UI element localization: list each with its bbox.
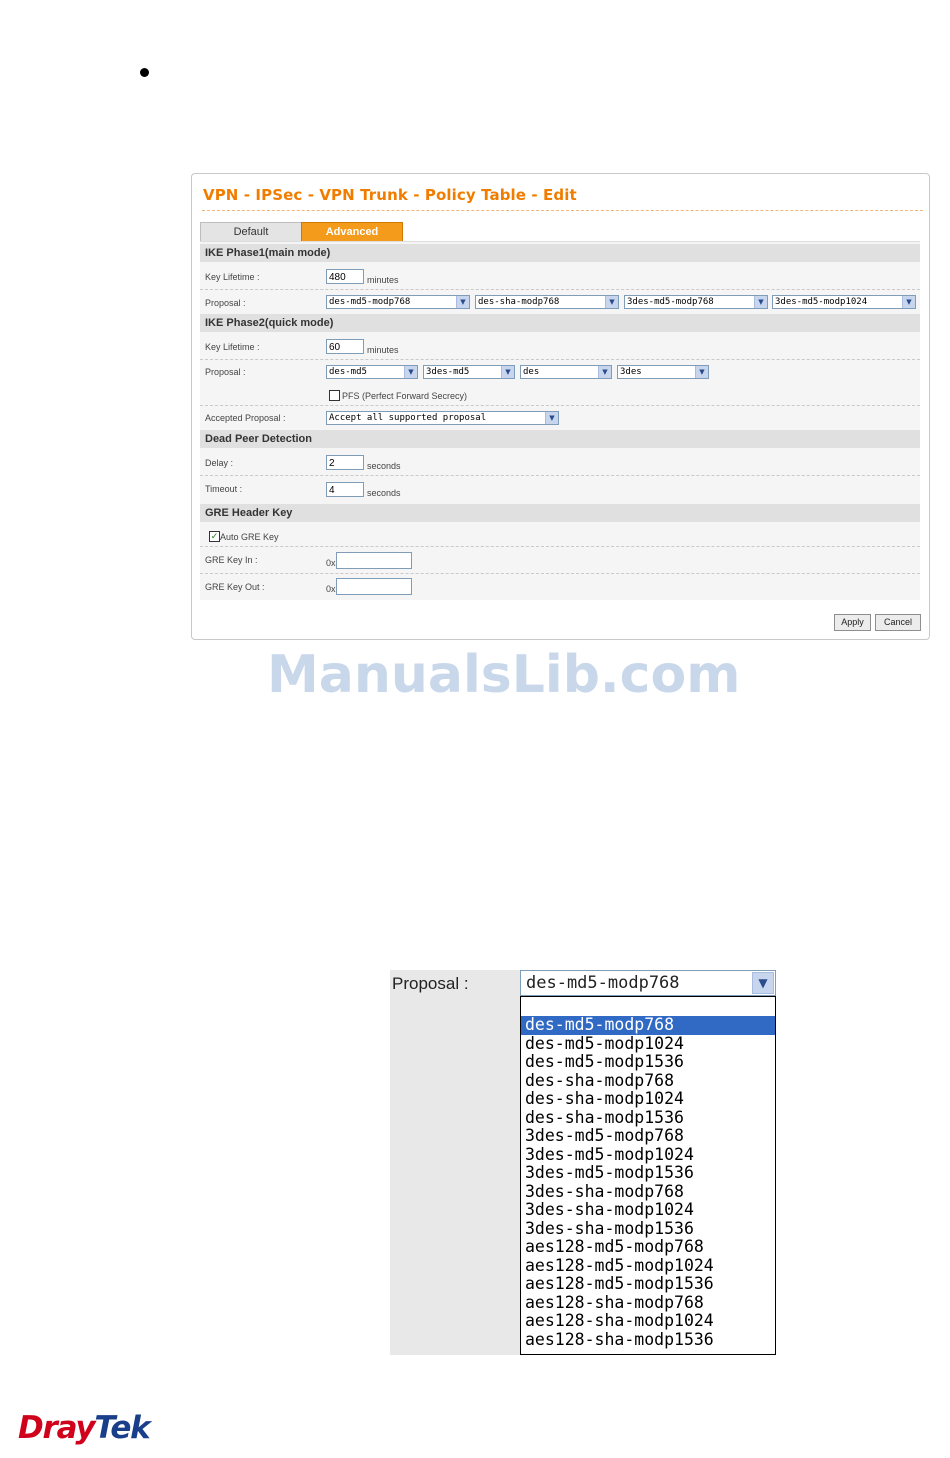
proposal-option[interactable]: des-md5-modp1024 bbox=[521, 1034, 775, 1054]
gre-key-in-input[interactable] bbox=[336, 552, 412, 569]
dpd-delay-unit: seconds bbox=[367, 461, 401, 471]
dpd-timeout-unit: seconds bbox=[367, 488, 401, 498]
phase1-proposal-select-3[interactable]: 3des-md5-modp768 ▼ bbox=[624, 295, 768, 309]
dpd-delay-input[interactable]: 2 bbox=[326, 455, 364, 470]
phase2-key-lifetime-unit: minutes bbox=[367, 345, 399, 355]
cancel-button[interactable]: Cancel bbox=[875, 614, 921, 631]
proposal-option[interactable]: 3des-md5-modp768 bbox=[521, 1126, 775, 1146]
policy-edit-panel: VPN - IPSec - VPN Trunk - Policy Table -… bbox=[191, 173, 930, 640]
pfs-checkbox[interactable] bbox=[329, 390, 340, 401]
phase2-key-lifetime-input[interactable]: 60 bbox=[326, 339, 364, 354]
accepted-proposal-label: Accepted Proposal : bbox=[205, 413, 286, 423]
phase1-key-lifetime-unit: minutes bbox=[367, 275, 399, 285]
proposal-option[interactable]: des-sha-modp1024 bbox=[521, 1089, 775, 1109]
proposal-option[interactable]: des-md5-modp768 bbox=[521, 1015, 775, 1035]
page-title: VPN - IPSec - VPN Trunk - Policy Table -… bbox=[203, 186, 577, 204]
chevron-down-icon: ▼ bbox=[456, 296, 469, 308]
section-ike-phase2: IKE Phase2(quick mode) bbox=[200, 314, 920, 332]
proposal-option[interactable]: des-sha-modp768 bbox=[521, 1071, 775, 1091]
gre-key-out-input[interactable] bbox=[336, 578, 412, 595]
accepted-proposal-select[interactable]: Accept all supported proposal ▼ bbox=[326, 411, 559, 425]
dpd-timeout-label: Timeout : bbox=[205, 484, 243, 494]
auto-gre-key-checkbox[interactable]: ✓ bbox=[209, 531, 220, 542]
phase2-proposal-select-3[interactable]: des ▼ bbox=[520, 365, 612, 379]
chevron-down-icon: ▼ bbox=[902, 296, 915, 308]
chevron-down-icon: ▼ bbox=[404, 366, 417, 378]
title-divider bbox=[202, 210, 923, 211]
section-gre-header-key: GRE Header Key bbox=[200, 504, 920, 522]
gre-key-in-prefix: 0x bbox=[326, 558, 336, 568]
watermark: ManualsLib.com bbox=[267, 645, 741, 705]
pfs-label: PFS (Perfect Forward Secrecy) bbox=[342, 391, 468, 401]
chevron-down-icon: ▼ bbox=[605, 296, 618, 308]
phase1-proposal-select-2[interactable]: des-sha-modp768 ▼ bbox=[475, 295, 619, 309]
phase1-key-lifetime-label: Key Lifetime : bbox=[205, 272, 260, 282]
proposal-option[interactable]: des-md5-modp1536 bbox=[521, 1052, 775, 1072]
tab-default[interactable]: Default bbox=[200, 222, 302, 242]
auto-gre-key-label: Auto GRE Key bbox=[220, 532, 279, 542]
proposal-option[interactable]: 3des-sha-modp1536 bbox=[521, 1219, 775, 1239]
dpd-delay-label: Delay : bbox=[205, 458, 234, 468]
proposal-option[interactable]: aes128-md5-modp1536 bbox=[521, 1274, 775, 1294]
phase2-proposal-label: Proposal : bbox=[205, 367, 246, 377]
zoom-proposal-label: Proposal : bbox=[392, 974, 469, 993]
proposal-option[interactable]: aes128-md5-modp768 bbox=[521, 1237, 775, 1257]
proposal-option[interactable]: 3des-sha-modp1024 bbox=[521, 1200, 775, 1220]
chevron-down-icon: ▼ bbox=[754, 296, 767, 308]
tab-advanced[interactable]: Advanced bbox=[301, 222, 403, 242]
chevron-down-icon: ▼ bbox=[695, 366, 708, 378]
dpd-timeout-input[interactable]: 4 bbox=[326, 482, 364, 497]
phase1-key-lifetime-input[interactable]: 480 bbox=[326, 269, 364, 284]
phase2-proposal-select-4[interactable]: 3des ▼ bbox=[617, 365, 709, 379]
chevron-down-icon: ▼ bbox=[501, 366, 514, 378]
proposal-option[interactable]: aes128-sha-modp1024 bbox=[521, 1311, 775, 1331]
chevron-down-icon: ▼ bbox=[598, 366, 611, 378]
phase2-proposal-select-2[interactable]: 3des-md5 ▼ bbox=[423, 365, 515, 379]
chevron-down-icon: ▼ bbox=[545, 412, 558, 424]
phase2-key-lifetime-label: Key Lifetime : bbox=[205, 342, 260, 352]
phase2-proposal-select-1[interactable]: des-md5 ▼ bbox=[326, 365, 418, 379]
bullet-point bbox=[140, 68, 149, 77]
proposal-option[interactable]: 3des-md5-modp1024 bbox=[521, 1145, 775, 1165]
proposal-option[interactable]: 3des-sha-modp768 bbox=[521, 1182, 775, 1202]
proposal-option[interactable]: 3des-md5-modp1536 bbox=[521, 1163, 775, 1183]
proposal-option[interactable]: aes128-sha-modp1536 bbox=[521, 1330, 775, 1350]
zoomed-proposal-dropdown: Proposal : des-md5-modp768 ▼ des-md5-mod… bbox=[390, 970, 776, 1355]
divider bbox=[200, 573, 920, 574]
apply-button[interactable]: Apply bbox=[834, 614, 871, 631]
chevron-down-icon[interactable]: ▼ bbox=[752, 972, 774, 994]
divider bbox=[200, 405, 920, 406]
proposal-option[interactable]: des-sha-modp1536 bbox=[521, 1108, 775, 1128]
divider bbox=[200, 289, 920, 290]
gre-key-in-label: GRE Key In : bbox=[205, 555, 258, 565]
phase1-proposal-label: Proposal : bbox=[205, 298, 246, 308]
divider bbox=[200, 359, 920, 360]
proposal-option[interactable]: aes128-sha-modp768 bbox=[521, 1293, 775, 1313]
divider bbox=[200, 475, 920, 476]
proposal-option[interactable]: aes128-md5-modp1024 bbox=[521, 1256, 775, 1276]
section-ike-phase1: IKE Phase1(main mode) bbox=[200, 244, 920, 262]
section-dead-peer-detection: Dead Peer Detection bbox=[200, 430, 920, 448]
phase1-proposal-select-4[interactable]: 3des-md5-modp1024 ▼ bbox=[772, 295, 916, 309]
proposal-options-list: des-md5-modp768 des-md5-modp1024 des-md5-m… bbox=[520, 996, 776, 1355]
zoom-proposal-select[interactable]: des-md5-modp768 ▼ bbox=[520, 970, 776, 996]
divider bbox=[200, 546, 920, 547]
advanced-form: IKE Phase1(main mode) Key Lifetime : 480… bbox=[200, 241, 920, 600]
gre-key-out-prefix: 0x bbox=[326, 584, 336, 594]
phase1-proposal-select-1[interactable]: des-md5-modp768 ▼ bbox=[326, 295, 470, 309]
gre-key-out-label: GRE Key Out : bbox=[205, 582, 265, 592]
draytek-logo: DrayTek bbox=[18, 1410, 151, 1446]
